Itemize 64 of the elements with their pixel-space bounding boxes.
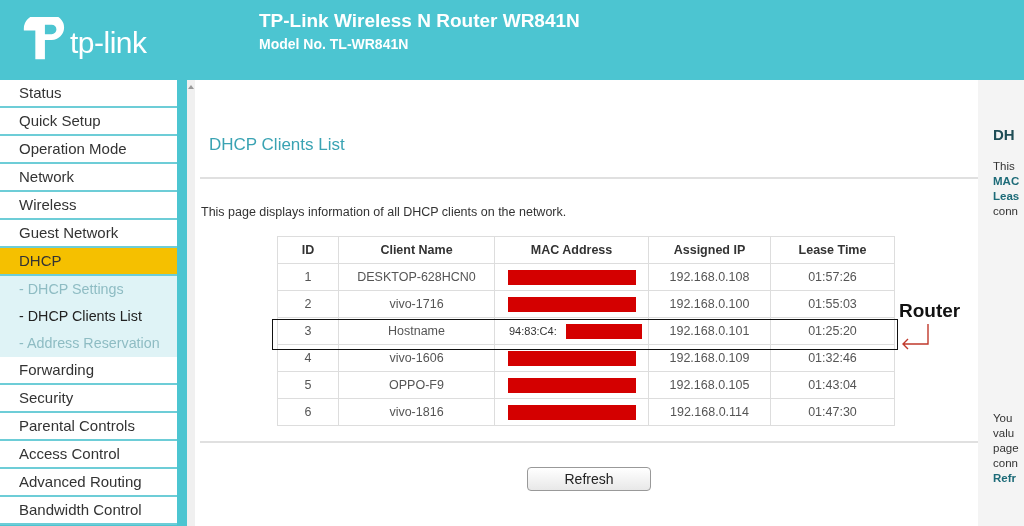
column-header: Lease Time [770,236,895,264]
menu-item[interactable]: Status [0,80,177,108]
menu-item[interactable]: Wireless [0,192,177,220]
column-header: Assigned IP [648,236,771,264]
table-cell: 01:32:46 [770,344,895,372]
router-title: TP-Link Wireless N Router WR841N [259,10,580,32]
menu-item[interactable]: Parental Controls [0,413,177,441]
page-title: DHCP Clients List [209,135,346,155]
menu-item[interactable]: DHCP [0,248,177,276]
table-cell: 01:43:04 [770,371,895,399]
help-text: conn [993,204,1018,219]
table-cell: 2 [277,290,339,318]
annotation-label: Router [899,300,961,322]
help-text: page [993,441,1019,456]
scrollbar[interactable] [187,80,195,526]
menu-item[interactable]: Operation Mode [0,136,177,164]
menu-item[interactable]: Guest Network [0,220,177,248]
table-cell: vivo-1816 [338,398,495,426]
table-cell: 192.168.0.101 [648,317,771,345]
table-cell: 192.168.0.105 [648,371,771,399]
page-description: This page displays information of all DHCP clients on the network. [201,205,568,219]
table-cell: 01:55:03 [770,290,895,318]
table-cell: 01:47:30 [770,398,895,426]
menu-item[interactable]: Advanced Routing [0,469,177,497]
table-cell: 01:25:20 [770,317,895,345]
logo-text: tp-link [70,25,147,60]
scroll-up-icon[interactable] [188,85,194,89]
submenu-item[interactable]: - DHCP Clients List [0,303,177,330]
table-cell: 192.168.0.114 [648,398,771,426]
help-text: Leas [993,189,1020,204]
help-title: DH [993,126,1015,143]
menu-item[interactable]: Access Control [0,441,177,469]
column-header: ID [277,236,339,264]
menu-item[interactable]: Security [0,385,177,413]
table-cell: vivo-1606 [338,344,495,372]
menu-item[interactable]: Quick Setup [0,108,177,136]
table-cell: Hostname [338,317,495,345]
help-text: MAC [993,174,1020,189]
table-cell: 192.168.0.108 [648,263,771,291]
table-cell: DESKTOP-628HCN0 [338,263,495,291]
table-cell: 5 [277,371,339,399]
arrow-icon [900,324,932,350]
mac-address-text: 94:83:C4: [509,325,557,337]
help-text: valu [993,426,1015,441]
menu-item[interactable]: Forwarding [0,357,177,385]
table-cell: 192.168.0.100 [648,290,771,318]
model-number: Model No. TL-WR841N [259,36,410,52]
table-cell: 1 [277,263,339,291]
help-text: Refr [993,471,1016,486]
table-cell: OPPO-F9 [338,371,495,399]
help-text: You [993,411,1013,426]
column-header: Client Name [338,236,495,264]
table-cell: 4 [277,344,339,372]
table-cell: 192.168.0.109 [648,344,771,372]
column-header: MAC Address [494,236,649,264]
help-text: conn [993,456,1018,471]
menu-item[interactable]: Network [0,164,177,192]
help-text: This [993,159,1015,174]
table-cell: vivo-1716 [338,290,495,318]
refresh-button[interactable]: Refresh [527,467,651,491]
table-cell: 3 [277,317,339,345]
table-cell: 6 [277,398,339,426]
table-cell: 01:57:26 [770,263,895,291]
menu-item[interactable]: Bandwidth Control [0,497,177,525]
